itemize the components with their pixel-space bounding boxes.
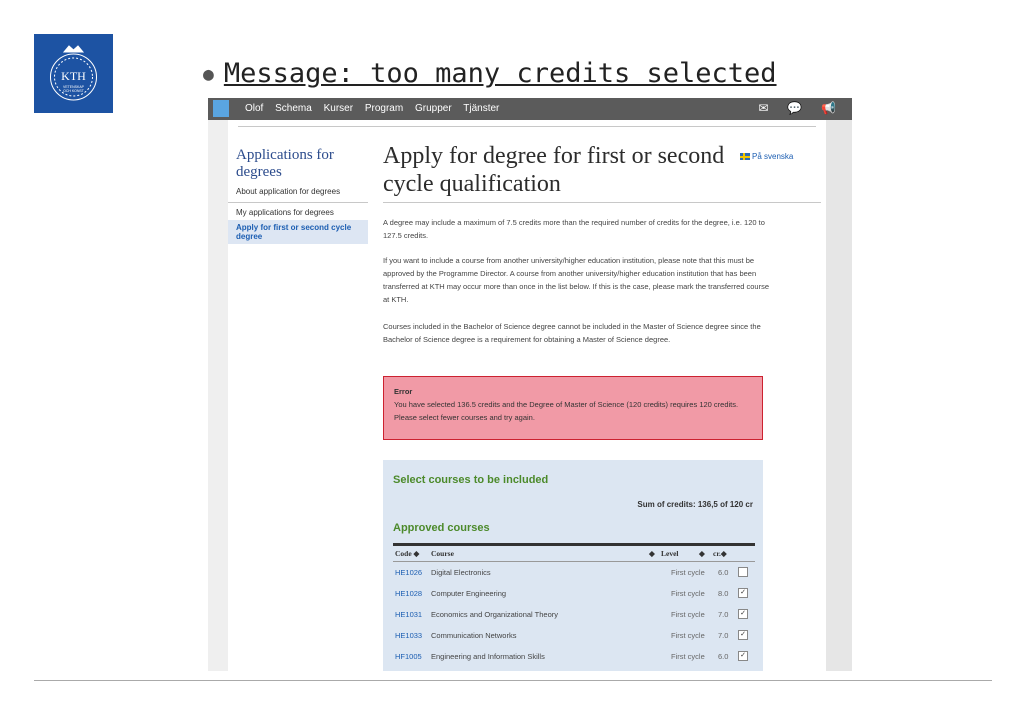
approved-courses-heading: Approved courses (393, 522, 490, 534)
megaphone-icon[interactable]: 📢 (821, 101, 836, 115)
paragraph-other-university: If you want to include a course from ano… (383, 256, 770, 304)
chat-icon[interactable]: 💬 (787, 101, 802, 115)
swedish-flag-icon (740, 153, 750, 161)
logo-text-sub2: OCH KONST (63, 89, 85, 93)
nav-schema[interactable]: Schema (275, 103, 312, 114)
table-row: HE1031 Economics and Organizational Theo… (393, 604, 755, 625)
top-nav-links: Olof Schema Kurser Program Grupper Tjäns… (245, 103, 508, 114)
error-box: Error You have selected 136.5 credits an… (383, 376, 763, 440)
top-icons: ✉ 💬 📢 (758, 101, 852, 115)
course-level: First cycle (671, 631, 705, 640)
course-name: Economics and Organizational Theory (431, 610, 559, 619)
table-header: Code ◆ Course ◆ Level ◆ cr.◆ (393, 546, 755, 562)
nav-program[interactable]: Program (365, 103, 403, 114)
table-row: HE1028 Computer Engineering First cycle … (393, 583, 755, 604)
course-name: Computer Engineering (431, 589, 507, 598)
nav-kurser[interactable]: Kurser (324, 103, 353, 114)
nav-olof[interactable]: Olof (245, 103, 263, 114)
course-name: Engineering and Information Skills (431, 652, 545, 661)
course-code-link[interactable]: HE1031 (395, 610, 422, 619)
error-message: You have selected 136.5 credits and the … (394, 400, 739, 422)
course-code-link[interactable]: HE1026 (395, 568, 422, 577)
course-code-link[interactable]: HE1033 (395, 631, 422, 640)
course-credits: 8.0 (718, 589, 729, 598)
kth-crest-icon: KTH VETENSKAP OCH KONST (50, 45, 97, 101)
course-credits: 7.0 (718, 631, 729, 640)
page-content: Applications for degrees About applicati… (228, 120, 826, 671)
credits-sum: Sum of credits: 136,5 of 120 cr (637, 500, 753, 509)
kth-logo: KTH VETENSKAP OCH KONST (34, 34, 113, 113)
sidebar-divider (228, 202, 368, 203)
course-level: First cycle (671, 589, 705, 598)
column-credits[interactable]: cr.◆ (713, 549, 727, 558)
page-title: Apply for degree for first or second cyc… (383, 143, 725, 197)
course-checkbox[interactable]: ✓ (738, 609, 748, 619)
course-level: First cycle (671, 610, 705, 619)
courses-table: Code ◆ Course ◆ Level ◆ cr.◆ HE1026 Digi… (393, 543, 755, 667)
nav-tjanster[interactable]: Tjänster (463, 103, 499, 114)
top-navbar: Olof Schema Kurser Program Grupper Tjäns… (208, 98, 852, 120)
course-level: First cycle (671, 652, 705, 661)
course-name: Digital Electronics (431, 568, 491, 577)
table-row: HE1026 Digital Electronics First cycle 6… (393, 562, 755, 583)
screenshot: Olof Schema Kurser Program Grupper Tjäns… (208, 98, 852, 671)
sidebar-heading[interactable]: Applications for degrees (236, 147, 356, 181)
paragraph-bachelor: Courses included in the Bachelor of Scie… (383, 322, 761, 344)
course-checkbox[interactable]: ✓ (738, 588, 748, 598)
sidebar-item-about[interactable]: About application for degrees (228, 184, 368, 199)
course-code-link[interactable]: HF1005 (395, 652, 422, 661)
slide-title: ● Message: too many credits selected (203, 58, 777, 89)
course-code-link[interactable]: HE1028 (395, 589, 422, 598)
top-divider (238, 126, 816, 127)
sidebar-item-apply[interactable]: Apply for first or second cycle degree (228, 220, 368, 244)
column-level[interactable]: Level (661, 549, 679, 558)
course-selection-panel: Select courses to be included Sum of cre… (383, 460, 763, 671)
column-code[interactable]: Code ◆ (395, 549, 419, 558)
user-avatar-icon[interactable] (213, 100, 229, 117)
course-checkbox[interactable]: ✓ (738, 651, 748, 661)
table-row: HF1005 Engineering and Information Skill… (393, 646, 755, 667)
sort-cr-icon[interactable]: ◆ (699, 549, 705, 558)
paragraph-credits: A degree may include a maximum of 7.5 cr… (383, 218, 765, 240)
course-credits: 7.0 (718, 610, 729, 619)
course-checkbox[interactable]: ✓ (738, 630, 748, 640)
slide-title-text: Message: too many credits selected (223, 58, 777, 89)
footer-divider (34, 680, 992, 681)
sidebar-item-my-applications[interactable]: My applications for degrees (228, 205, 368, 220)
course-checkbox[interactable] (738, 567, 748, 577)
mail-icon[interactable]: ✉ (758, 101, 768, 115)
course-credits: 6.0 (718, 568, 729, 577)
bullet-icon: ● (203, 64, 214, 85)
language-link[interactable]: På svenska (740, 152, 793, 161)
course-level: First cycle (671, 568, 705, 577)
title-divider (383, 202, 821, 203)
language-link-label[interactable]: På svenska (752, 152, 793, 161)
right-gutter (826, 120, 852, 671)
course-name: Communication Networks (431, 631, 517, 640)
column-course[interactable]: Course (431, 549, 454, 558)
table-row: HE1033 Communication Networks First cycl… (393, 625, 755, 646)
sort-level-icon[interactable]: ◆ (649, 549, 655, 558)
error-title: Error (394, 387, 413, 396)
logo-text-kth: KTH (61, 69, 86, 83)
nav-grupper[interactable]: Grupper (415, 103, 452, 114)
panel-title: Select courses to be included (393, 474, 549, 486)
course-credits: 6.0 (718, 652, 729, 661)
